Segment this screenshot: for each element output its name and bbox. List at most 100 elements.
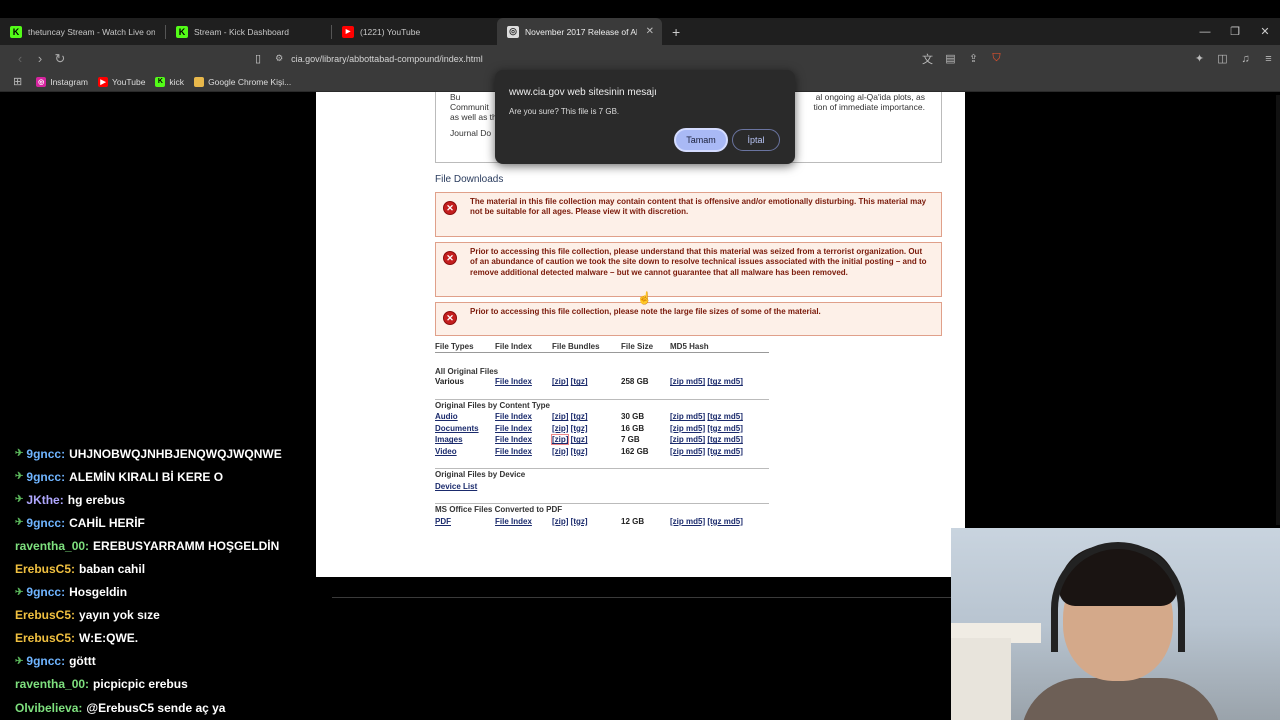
bookmark-icon[interactable]: ▯ xyxy=(255,52,261,65)
restore-button[interactable]: ❐ xyxy=(1220,25,1250,38)
file-type-link[interactable]: Audio xyxy=(435,412,458,421)
file-index-link[interactable]: File Index xyxy=(495,447,532,456)
zip-md5-link[interactable]: [zip md5] xyxy=(670,377,705,386)
tab-youtube[interactable]: ▶ (1221) YouTube xyxy=(332,18,497,45)
tgz-link[interactable]: [tgz] xyxy=(571,377,588,386)
file-index-link[interactable]: File Index xyxy=(495,435,532,444)
dialog-message: Are you sure? This file is 7 GB. xyxy=(509,107,620,116)
file-size: 162 GB xyxy=(621,446,649,456)
chat-text: CAHİL HERİF xyxy=(69,515,145,530)
window-controls: — ❐ ✕ xyxy=(1190,18,1280,45)
tab-close-icon[interactable]: ✕ xyxy=(646,26,654,37)
chat-text: picpicpic erebus xyxy=(93,677,188,692)
url-field[interactable]: ⚙ cia.gov/library/abbottabad-compound/in… xyxy=(275,53,483,64)
tab-kick-dashboard[interactable]: K Stream - Kick Dashboard xyxy=(166,18,331,45)
chat-text: baban cahil xyxy=(79,562,146,577)
zip-md5-link[interactable]: [zip md5] xyxy=(670,412,705,421)
zip-md5-link[interactable]: [zip md5] xyxy=(670,447,705,456)
chat-username: ErebusC5: xyxy=(15,562,76,577)
tgz-md5-link[interactable]: [tgz md5] xyxy=(707,435,743,444)
chat-message: ✈ 9gncc: Hosgeldin xyxy=(15,581,315,604)
extensions-icon[interactable]: ✦ xyxy=(1188,52,1211,65)
zip-md5-link[interactable]: [zip md5] xyxy=(670,517,705,526)
zip-link[interactable]: [zip] xyxy=(552,517,568,526)
summary-text: as well as the xyxy=(450,112,502,122)
tgz-md5-link[interactable]: [tgz md5] xyxy=(707,424,743,433)
reader-icon[interactable]: ▤ xyxy=(939,52,962,65)
table-row: Documents File Index [zip] [tgz] 16 GB [… xyxy=(435,422,769,434)
media-icon[interactable]: ♫ xyxy=(1234,53,1257,65)
tgz-link[interactable]: [tgz] xyxy=(571,424,588,433)
reload-icon[interactable]: ↻ xyxy=(50,51,70,67)
zip-link[interactable]: [zip] xyxy=(552,412,568,421)
chat-message: ✈ 9gncc: UHJNOBWQJNHBJENQWQJWQNWE xyxy=(15,442,315,465)
back-icon[interactable]: ‹ xyxy=(10,51,30,66)
error-icon: ✕ xyxy=(443,251,457,265)
chat-text: EREBUSYARRAMM HOŞGELDİN xyxy=(93,538,280,553)
sidebar-icon[interactable]: ◫ xyxy=(1211,52,1234,65)
chat-username: Olvibelieva: xyxy=(15,700,83,715)
bookmark-kick[interactable]: K kick xyxy=(155,76,184,87)
bookmark-youtube[interactable]: ▶ YouTube xyxy=(98,76,145,87)
cancel-button[interactable]: İptal xyxy=(732,129,780,151)
youtube-icon: ▶ xyxy=(342,25,354,38)
chat-text: ALEMİN KIRALI Bİ KERE O xyxy=(69,469,224,484)
bookmark-instagram[interactable]: ◎ Instagram xyxy=(36,76,88,87)
zip-md5-link[interactable]: [zip md5] xyxy=(670,424,705,433)
chat-message: ✈ 9gncc: göttt xyxy=(15,650,315,673)
section-row: Original Files by Content Type xyxy=(435,399,769,411)
tab-cia-release[interactable]: ◎ November 2017 Release of Abbo ✕ xyxy=(497,18,662,45)
new-tab-button[interactable]: + xyxy=(672,24,680,40)
chat-username: 9gncc: xyxy=(26,654,66,669)
close-window-button[interactable]: ✕ xyxy=(1250,25,1280,38)
tab-kick-stream[interactable]: K thetuncay Stream - Watch Live on Ki xyxy=(0,18,165,45)
tgz-link[interactable]: [tgz] xyxy=(571,447,588,456)
menu-icon[interactable]: ≡ xyxy=(1257,53,1280,65)
zip-link[interactable]: [zip] xyxy=(550,434,570,446)
brave-shield-icon[interactable]: ⛉ xyxy=(985,52,1008,65)
zip-link[interactable]: [zip] xyxy=(552,447,568,456)
tgz-md5-link[interactable]: [tgz md5] xyxy=(707,412,743,421)
kick-icon: K xyxy=(10,25,22,38)
zip-link[interactable]: [zip] xyxy=(552,424,568,433)
file-index-link[interactable]: File Index xyxy=(495,377,532,386)
tab-label: November 2017 Release of Abbo xyxy=(525,26,637,37)
col-header: File Types xyxy=(435,341,495,354)
address-bar: ‹ › ↻ ▯ ⚙ cia.gov/library/abbottabad-com… xyxy=(0,45,1280,72)
tgz-link[interactable]: [tgz] xyxy=(571,517,588,526)
tgz-link[interactable]: [tgz] xyxy=(571,412,588,421)
chat-text: W:E:QWE. xyxy=(79,631,139,646)
cia-icon: ◎ xyxy=(507,25,519,38)
tgz-md5-link[interactable]: [tgz md5] xyxy=(707,517,743,526)
forward-icon[interactable]: › xyxy=(30,51,50,66)
ok-button[interactable]: Tamam xyxy=(674,128,728,152)
zip-md5-link[interactable]: [zip md5] xyxy=(670,435,705,444)
file-type-link[interactable]: Video xyxy=(435,447,457,456)
file-index-link[interactable]: File Index xyxy=(495,517,532,526)
site-info-icon[interactable]: ⚙ xyxy=(275,53,283,64)
scrollbar[interactable] xyxy=(1276,95,1280,525)
zip-link[interactable]: [zip] xyxy=(552,377,568,386)
file-type-link[interactable]: Images xyxy=(435,435,463,444)
chat-message: raventha_00: picpicpic erebus xyxy=(15,673,315,696)
chat-username: JKthe: xyxy=(26,492,64,507)
table-row: Video File Index [zip] [tgz] 162 GB [zip… xyxy=(435,446,769,458)
chat-text: yayın yok sıze xyxy=(79,608,160,623)
chat-username: raventha_00: xyxy=(15,538,90,553)
file-index-link[interactable]: File Index xyxy=(495,412,532,421)
webcam-overlay xyxy=(951,528,1280,720)
translate-icon[interactable]: 文 xyxy=(916,51,939,67)
tgz-md5-link[interactable]: [tgz md5] xyxy=(707,447,743,456)
sword-badge-icon: ✈ xyxy=(15,448,24,460)
file-type-link[interactable]: PDF xyxy=(435,517,451,526)
share-icon[interactable]: ⇪ xyxy=(962,52,985,65)
file-index-link[interactable]: File Index xyxy=(495,424,532,433)
url-text: cia.gov/library/abbottabad-compound/inde… xyxy=(291,53,483,64)
bookmark-folder-chrome[interactable]: Google Chrome Kişi... xyxy=(194,76,291,87)
minimize-button[interactable]: — xyxy=(1190,26,1220,38)
device-list-link[interactable]: Device List xyxy=(435,482,477,491)
file-type-link[interactable]: Documents xyxy=(435,424,479,433)
tgz-md5-link[interactable]: [tgz md5] xyxy=(707,377,743,386)
tgz-link[interactable]: [tgz] xyxy=(571,435,588,444)
apps-grid-icon[interactable]: ⊞ xyxy=(13,75,22,88)
